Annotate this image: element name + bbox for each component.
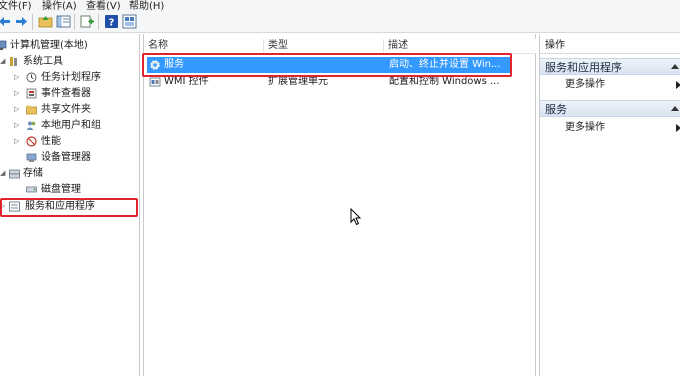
toolbar-separator bbox=[98, 14, 99, 30]
expand-icon[interactable]: ▷ bbox=[14, 102, 22, 117]
more-actions-item[interactable]: 更多操作 bbox=[540, 120, 680, 135]
svg-text:?: ? bbox=[109, 18, 115, 29]
list-header: 名称 类型 描述 bbox=[144, 39, 537, 54]
tree-item-local-users[interactable]: ▷ 本地用户和组 bbox=[0, 118, 140, 133]
properties-icon[interactable] bbox=[122, 14, 137, 29]
computer-management-icon bbox=[0, 40, 7, 50]
tree-label: 任务计划程序 bbox=[41, 72, 101, 83]
action-item-label: 更多操作 bbox=[565, 79, 605, 90]
highlight-box bbox=[142, 53, 512, 77]
collapse-icon[interactable]: ◢ bbox=[0, 54, 8, 69]
no-entry-icon bbox=[26, 136, 37, 147]
show-hide-tree-icon[interactable] bbox=[56, 14, 71, 29]
event-viewer-icon bbox=[26, 88, 37, 99]
column-label: 描述 bbox=[388, 40, 408, 51]
shared-folder-icon bbox=[26, 105, 37, 115]
action-section-services-apps[interactable]: 服务和应用程序 bbox=[540, 58, 680, 75]
tree-label: 计算机管理(本地) bbox=[10, 40, 88, 51]
toolbar: ? bbox=[0, 11, 680, 33]
tree-item-root[interactable]: 计算机管理(本地) bbox=[0, 38, 140, 53]
forward-icon[interactable] bbox=[14, 14, 29, 29]
tree-label: 事件查看器 bbox=[41, 88, 91, 99]
submenu-arrow-icon bbox=[676, 81, 680, 89]
storage-icon bbox=[9, 169, 20, 179]
highlight-box bbox=[0, 198, 138, 217]
mouse-cursor-icon bbox=[350, 208, 362, 226]
collapse-icon[interactable]: ◢ bbox=[0, 166, 8, 181]
column-label: 名称 bbox=[148, 40, 168, 51]
tree-item-system-tools[interactable]: ◢ 系统工具 bbox=[0, 54, 140, 69]
action-pane: 操作 服务和应用程序 更多操作 服务 更多操作 bbox=[539, 34, 680, 376]
action-section-services[interactable]: 服务 bbox=[540, 100, 680, 117]
expand-icon[interactable]: ▷ bbox=[14, 134, 22, 149]
tools-icon bbox=[10, 57, 17, 66]
column-header-description[interactable]: 描述 bbox=[384, 39, 537, 54]
action-section-label: 服务 bbox=[545, 103, 567, 116]
tree-label: 设备管理器 bbox=[41, 152, 91, 163]
tree-item-performance[interactable]: ▷ 性能 bbox=[0, 134, 140, 149]
toolbar-separator bbox=[74, 14, 75, 30]
action-item-label: 更多操作 bbox=[565, 122, 605, 133]
tree-label: 磁盘管理 bbox=[41, 184, 81, 195]
tree-item-storage[interactable]: ◢ 存储 bbox=[0, 166, 140, 181]
users-icon bbox=[26, 121, 36, 130]
tree-item-event-viewer[interactable]: ▷ 事件查看器 bbox=[0, 86, 140, 101]
expand-icon[interactable]: ▷ bbox=[14, 86, 22, 101]
collapse-caret-icon[interactable] bbox=[671, 64, 679, 69]
column-header-name[interactable]: 名称 bbox=[144, 39, 264, 54]
tree-label: 性能 bbox=[41, 136, 61, 147]
tree-label: 本地用户和组 bbox=[41, 120, 101, 131]
more-actions-item[interactable]: 更多操作 bbox=[540, 77, 680, 92]
column-header-type[interactable]: 类型 bbox=[264, 39, 384, 54]
expand-icon[interactable]: ▷ bbox=[14, 70, 22, 85]
expand-icon[interactable]: ▷ bbox=[14, 118, 22, 133]
back-icon[interactable] bbox=[0, 14, 12, 29]
tree-label: 共享文件夹 bbox=[41, 104, 91, 115]
console-tree: 计算机管理(本地) ◢ 系统工具 ▷ 任务计划程序 ▷ 事件查看器 ▷ 共享文件… bbox=[0, 34, 140, 376]
action-pane-title: 操作 bbox=[540, 38, 680, 54]
menu-bar: 文件(F) 操作(A) 查看(V) 帮助(H) bbox=[0, 0, 680, 12]
help-icon[interactable]: ? bbox=[104, 14, 119, 29]
clock-icon bbox=[26, 72, 37, 83]
toolbar-separator bbox=[32, 14, 33, 30]
device-manager-icon bbox=[26, 153, 37, 162]
export-list-icon[interactable] bbox=[80, 14, 95, 29]
tree-item-task-scheduler[interactable]: ▷ 任务计划程序 bbox=[0, 70, 140, 85]
list-view: 名称 类型 描述 服务 启动、终止并设置 Win... WMI 控件 扩展管理单… bbox=[142, 34, 537, 376]
column-label: 类型 bbox=[268, 40, 288, 51]
collapse-caret-icon[interactable] bbox=[671, 106, 679, 111]
action-section-label: 服务和应用程序 bbox=[545, 61, 622, 74]
tree-item-device-manager[interactable]: 设备管理器 bbox=[0, 150, 140, 165]
tree-item-disk-management[interactable]: 磁盘管理 bbox=[0, 182, 140, 197]
tree-item-shared-folders[interactable]: ▷ 共享文件夹 bbox=[0, 102, 140, 117]
up-folder-icon[interactable] bbox=[38, 14, 53, 29]
wmi-control-icon bbox=[149, 77, 161, 87]
submenu-arrow-icon bbox=[676, 124, 680, 132]
disk-icon bbox=[26, 186, 37, 193]
tree-label: 系统工具 bbox=[23, 56, 63, 67]
tree-label: 存储 bbox=[23, 168, 43, 179]
